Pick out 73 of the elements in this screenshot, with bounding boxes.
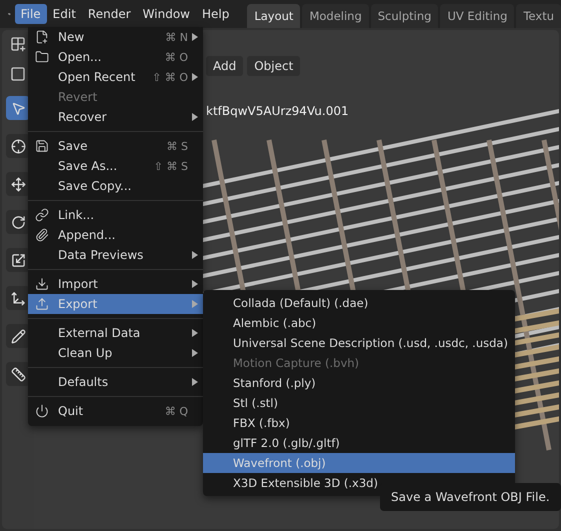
upload-icon — [35, 297, 49, 311]
menu-entry[interactable]: Alembic (.abc) — [203, 313, 515, 333]
menu-item[interactable]: Window — [136, 4, 196, 24]
menu-entry[interactable]: Collada (Default) (.dae) — [203, 293, 515, 313]
download-icon — [35, 277, 49, 291]
menu-entry[interactable]: Open Recent ⇧ ⌘ O — [28, 67, 203, 87]
select-tool-icon — [10, 100, 26, 116]
new-file-icon — [35, 30, 49, 44]
transform-button[interactable] — [6, 286, 30, 310]
menu-entry[interactable]: Import — [28, 274, 203, 294]
move-button[interactable] — [6, 172, 30, 196]
rotate-button[interactable] — [6, 210, 30, 234]
submenu-arrow-icon — [192, 33, 198, 41]
move-icon — [10, 176, 26, 192]
paperclip-icon — [35, 228, 49, 242]
square-icon[interactable] — [10, 66, 26, 82]
pencil-button[interactable] — [6, 324, 30, 348]
menu-item[interactable]: File — [14, 4, 47, 24]
scale-button[interactable] — [6, 248, 30, 272]
save-icon — [35, 139, 49, 153]
menu-item[interactable]: Edit — [46, 4, 82, 24]
workspace-tab[interactable]: Sculpting — [370, 4, 438, 28]
menu-item[interactable]: Render — [82, 4, 137, 24]
menu-entry[interactable]: Quit ⌘ Q — [28, 401, 203, 421]
workspace-tab[interactable]: Layout — [247, 4, 300, 28]
menu-entry[interactable]: External Data — [28, 323, 203, 343]
menu-entry[interactable]: Link... — [28, 205, 203, 225]
menu-entry[interactable]: FBX (.fbx) — [203, 413, 515, 433]
workspace-tab[interactable]: Modeling — [302, 4, 369, 28]
menu-entry[interactable]: Defaults — [28, 372, 203, 392]
menu-entry[interactable]: Stanford (.ply) — [203, 373, 515, 393]
menu-entry[interactable]: Recover — [28, 107, 203, 127]
power-icon — [35, 404, 49, 418]
menu-entry[interactable]: Clean Up — [28, 343, 203, 363]
pencil-icon — [10, 328, 26, 344]
grid-icon[interactable] — [10, 36, 26, 52]
submenu-arrow-icon — [192, 300, 198, 308]
submenu-arrow-icon — [192, 73, 198, 81]
link-icon — [35, 208, 49, 222]
transform-icon — [10, 290, 26, 306]
menu-entry[interactable]: Open... ⌘ O — [28, 47, 203, 67]
ruler-icon — [10, 366, 26, 382]
workspace-tab[interactable]: UV Editing — [440, 4, 514, 28]
menu-item[interactable]: Help — [196, 4, 236, 24]
menu-entry[interactable]: Universal Scene Description (.usd, .usdc, .usda) — [203, 333, 515, 353]
header-menu-button[interactable]: Add — [206, 56, 244, 76]
header-menu-button[interactable]: Object — [247, 56, 300, 76]
ruler-button[interactable] — [6, 362, 30, 386]
crosshair-icon — [10, 138, 26, 154]
menu-entry[interactable]: Append... — [28, 225, 203, 245]
submenu-arrow-icon — [192, 378, 198, 386]
menu-entry[interactable]: Save As... ⇧ ⌘ S — [28, 156, 203, 176]
scale-icon — [10, 252, 26, 268]
submenu-arrow-icon — [192, 251, 198, 259]
submenu-arrow-icon — [192, 280, 198, 288]
submenu-arrow-icon — [192, 329, 198, 337]
select-tool-button[interactable] — [6, 96, 30, 120]
submenu-arrow-icon — [192, 349, 198, 357]
menu-entry[interactable]: Save ⌘ S — [28, 136, 203, 156]
menu-entry[interactable]: Stl (.stl) — [203, 393, 515, 413]
submenu-arrow-icon — [192, 113, 198, 121]
menu-entry[interactable]: Data Previews — [28, 245, 203, 265]
menu-entry[interactable]: Export — [28, 294, 203, 314]
rotate-icon — [10, 214, 26, 230]
crosshair-button[interactable] — [6, 134, 30, 158]
menu-entry[interactable]: glTF 2.0 (.glb/.gltf) — [203, 433, 515, 453]
object-name: ktfBqwV5AUrz94Vu.001 — [206, 104, 349, 118]
folder-icon — [35, 50, 49, 64]
workspace-tab[interactable]: Textu — [516, 4, 561, 28]
menu-entry[interactable]: Save Copy... — [28, 176, 203, 196]
menu-entry[interactable]: Wavefront (.obj) — [203, 453, 515, 473]
tooltip: Save a Wavefront OBJ File. — [380, 483, 561, 511]
menu-entry[interactable]: New ⌘ N — [28, 27, 203, 47]
